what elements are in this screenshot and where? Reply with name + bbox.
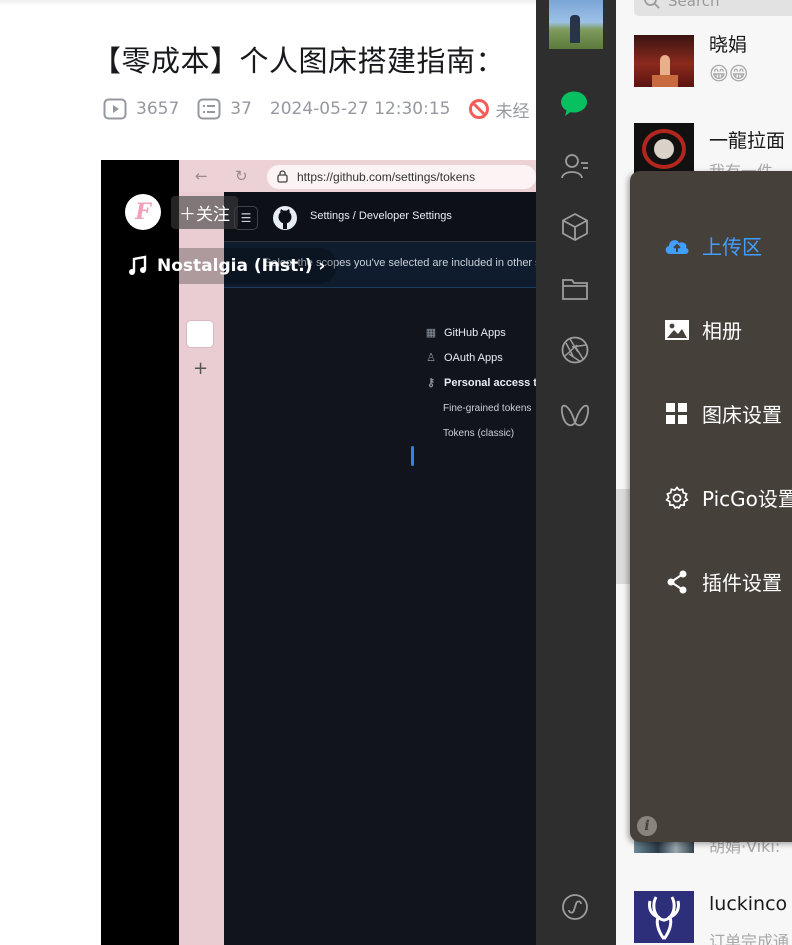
channels-butterfly-icon[interactable] [560,400,590,430]
uploader-avatar[interactable]: F [125,194,161,230]
article-title: 【零成本】个人图床搭建指南： [92,44,506,78]
menu-item-label: 插件设置 [702,571,782,595]
chat-last-message: 😁😁 [709,63,749,85]
picgo-menu: 上传区 相册 图床设置 PicGo设置 插件设置 i [630,171,792,842]
cloud-upload-icon [664,233,690,259]
plus-icon: + [193,358,209,379]
chat-avatar-xiaojuan[interactable] [634,35,694,87]
wechat-sidebar [536,0,616,945]
contacts-icon[interactable] [560,151,590,181]
menu-item-label: 相册 [702,319,742,343]
view-count: 3657 [103,98,179,120]
github-logo-icon [273,206,297,230]
menu-item-label: PicGo设置 [702,487,792,511]
image-icon [664,317,690,343]
github-nav-apps: ▦ GitHub Apps [425,326,506,340]
chat-name: 晓娟 [709,34,748,56]
folder-icon[interactable] [560,274,590,304]
info-icon[interactable]: i [637,816,657,836]
screen: 【零成本】个人图床搭建指南： 3657 37 2024-05-27 12:30:… [0,0,792,945]
key-icon: ⚷ [426,377,436,389]
article-meta: 3657 37 2024-05-27 12:30:15 未经 [103,96,547,122]
share-icon [664,569,690,595]
active-nav-indicator [411,446,414,466]
browser-address-bar: https://github.com/settings/tokens [267,165,536,189]
grid-icon [664,401,690,427]
github-header: ☰ Settings / Developer Settings [224,192,536,242]
chat-name: luckinco [709,893,788,915]
chat-avatar-luckin[interactable] [634,891,694,943]
chat-avatar-ramen[interactable] [634,123,694,175]
back-arrow-icon: ← [195,167,208,185]
moments-aperture-icon[interactable] [560,335,590,365]
github-settings-page: ☰ Settings / Developer Settings Select t… [224,192,536,945]
comment-count: 37 [197,98,252,120]
apps-grid-icon: ▦ [425,327,437,339]
menu-item-label: 上传区 [702,235,762,259]
user-avatar[interactable] [549,0,603,49]
github-subnav-classic: Tokens (classic) [443,428,515,439]
chat-name: 一龍拉面 [709,130,786,152]
search-placeholder: Search [668,0,720,10]
background-music-tag[interactable]: Nostalgia (Inst.) › [119,248,338,284]
search-input[interactable]: Search [634,0,792,16]
menu-item-picgo-settings[interactable]: PicGo设置 [664,483,792,512]
follow-button[interactable]: ＋关注 [171,195,238,229]
no-reprint-notice: 未经 [468,97,529,122]
no-reprint-label: 未经 [495,101,530,122]
menu-item-image-host-settings[interactable]: 图床设置 [664,399,782,428]
lock-icon [277,170,288,183]
chat-icon[interactable] [560,89,590,119]
comment-count-value: 37 [230,99,252,119]
page-top-edge [0,0,536,6]
video-player[interactable]: ← ↻ https://github.com/settings/tokens +… [101,160,536,945]
person-icon: ♙ [426,352,436,364]
menu-item-gallery[interactable]: 相册 [664,315,742,344]
browser-toolbar: ← ↻ https://github.com/settings/tokens [179,160,536,192]
comment-count-icon [197,98,221,120]
github-subnav-fine-grained: Fine-grained tokens [443,403,532,414]
chat-list-scrollbar[interactable] [616,489,630,584]
favorites-cube-icon[interactable] [560,212,590,242]
uploader-follow: F ＋关注 [125,194,238,230]
menu-item-upload[interactable]: 上传区 [664,231,762,260]
search-icon [644,0,660,9]
music-title: Nostalgia (Inst.) › [157,256,326,276]
play-count-icon [103,98,127,120]
github-nav-tokens: ⚷ Personal access to [424,376,536,390]
prohibited-icon [469,99,490,119]
menu-item-label: 图床设置 [702,403,782,427]
github-breadcrumb: Settings / Developer Settings [310,210,452,222]
chat-last-message: 订单完成通 [709,932,790,945]
browser-url: https://github.com/settings/tokens [297,170,476,184]
view-count-value: 3657 [136,99,180,119]
publish-date: 2024-05-27 12:30:15 [269,99,451,119]
github-nav-oauth: ♙ OAuth Apps [424,351,503,365]
mini-programs-icon[interactable] [560,892,590,922]
reload-icon: ↻ [235,167,248,185]
browser-side-strip: + [179,192,224,945]
music-note-icon [129,255,147,275]
tab-thumbnail [186,320,214,348]
menu-item-plugin-settings[interactable]: 插件设置 [664,567,782,596]
gear-icon [664,485,690,511]
